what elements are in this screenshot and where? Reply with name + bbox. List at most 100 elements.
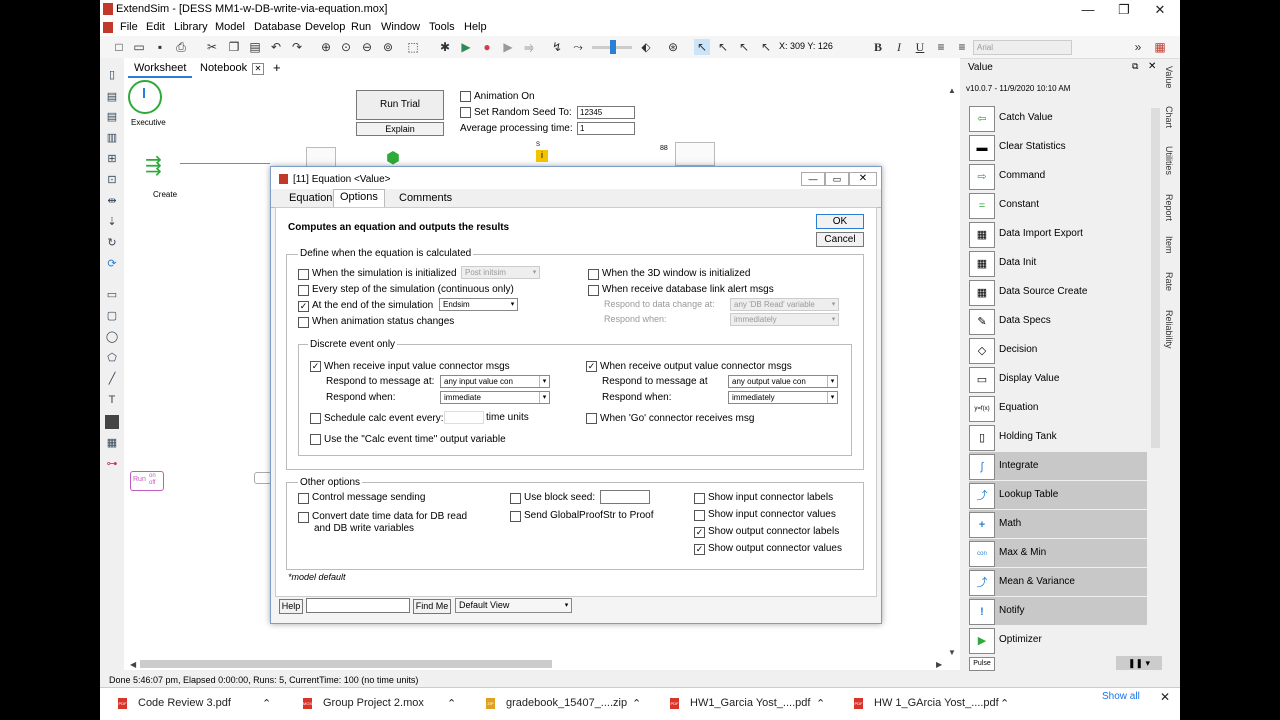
globe-icon[interactable]: ⊛ <box>665 39 681 55</box>
car-icon[interactable]: ⬖ <box>638 39 654 55</box>
download-item[interactable]: MOX Group Project 2.mox ⌃ <box>303 688 463 720</box>
respond-when-out-select[interactable]: immediately ▾ <box>728 391 838 404</box>
cut-icon[interactable]: ✂ <box>204 39 220 55</box>
side-tab-report[interactable]: Report <box>1164 194 1174 221</box>
italic-icon[interactable]: I <box>891 39 907 55</box>
ok-button[interactable]: OK <box>816 214 864 229</box>
library-item-integrate[interactable]: ∫ Integrate <box>969 452 1147 480</box>
run-trial-button[interactable]: Run Trial <box>356 90 444 120</box>
zoom-fit-icon[interactable]: ⊚ <box>380 39 396 55</box>
show-all-link[interactable]: Show all <box>1102 691 1140 702</box>
control-msg-checkbox[interactable] <box>298 493 309 504</box>
side-tab-utilities[interactable]: Utilities <box>1164 146 1174 175</box>
font-select[interactable]: Arial <box>973 40 1072 55</box>
link-tool-icon[interactable]: ↖ <box>758 39 774 55</box>
text-block-icon[interactable]: ▤ <box>105 110 119 124</box>
menu-develop[interactable]: Develop <box>305 21 345 33</box>
minimize-button[interactable]: — <box>1074 1 1102 18</box>
stop-icon[interactable]: ● <box>479 39 495 55</box>
menu-database[interactable]: Database <box>254 21 301 33</box>
library-item-equation[interactable]: y=f(x) Equation <box>969 394 1147 422</box>
sort-icon[interactable]: ⇣ <box>105 215 119 229</box>
show-output-values-checkbox[interactable]: ✓ <box>694 544 705 555</box>
library-scrollbar[interactable] <box>1151 108 1160 448</box>
network-icon[interactable]: ⊞ <box>105 152 119 166</box>
library-item-math[interactable]: + Math <box>969 510 1147 538</box>
bold-icon[interactable]: B <box>870 39 886 55</box>
underline-icon[interactable]: U <box>912 39 928 55</box>
chevron-up-icon[interactable]: ⌃ <box>816 697 825 710</box>
menu-edit[interactable]: Edit <box>146 21 165 33</box>
chevron-up-icon[interactable]: ⌃ <box>632 697 641 710</box>
close-tab-icon[interactable]: ✕ <box>252 63 264 75</box>
zoom-icon[interactable]: ⊙ <box>338 39 354 55</box>
output-con-select[interactable]: any output value con ▾ <box>728 375 838 388</box>
find-me-button[interactable]: Find Me <box>413 599 451 614</box>
db-read-select[interactable]: any 'DB Read' variable ▾ <box>730 298 839 311</box>
block-seed-checkbox[interactable] <box>510 493 521 504</box>
schedule-calc-input[interactable] <box>444 411 484 424</box>
schedule-calc-checkbox[interactable] <box>310 413 321 424</box>
block-seed-input[interactable] <box>600 490 650 504</box>
show-input-values-checkbox[interactable] <box>694 510 705 521</box>
rotate-icon[interactable]: ↻ <box>105 236 119 250</box>
panel-close-icon[interactable]: ✕ <box>1148 61 1156 72</box>
hblock-tool-icon[interactable]: ▤ <box>105 90 119 104</box>
library-item-max-min[interactable]: con Max & Min <box>969 539 1147 567</box>
menu-tools[interactable]: Tools <box>429 21 455 33</box>
anim-status-checkbox[interactable] <box>298 317 309 328</box>
close-button[interactable]: ✕ <box>1146 1 1174 18</box>
random-seed-checkbox[interactable] <box>460 107 471 118</box>
align-right-icon[interactable]: ≡ <box>954 39 970 55</box>
pattern-icon[interactable]: ▦ <box>105 436 119 450</box>
tab-worksheet[interactable]: Worksheet <box>128 60 193 78</box>
create-block-icon[interactable]: ⇶ <box>145 153 162 178</box>
endsim-select[interactable]: Endsim ▾ <box>439 298 518 311</box>
chevron-up-icon[interactable]: ⌃ <box>1000 697 1009 710</box>
library-item-clear-statistics[interactable]: ▬ Clear Statistics <box>969 133 1147 161</box>
library-item-data-import-export[interactable]: ▦ Data Import Export <box>969 220 1147 248</box>
post-initsim-select[interactable]: Post initsim ▾ <box>461 266 540 279</box>
library-item-notify[interactable]: ! Notify <box>969 597 1147 625</box>
side-tab-item[interactable]: Item <box>1164 236 1174 254</box>
library-item-mean-variance[interactable]: ⤴ Mean & Variance <box>969 568 1147 596</box>
menu-library[interactable]: Library <box>174 21 208 33</box>
scroll-right-icon[interactable]: ▶ <box>936 660 942 669</box>
every-step-checkbox[interactable] <box>298 285 309 296</box>
animate-icon[interactable]: ↯ <box>549 39 565 55</box>
panel-controls-icon[interactable]: ❚❚ ▾ <box>1116 656 1162 670</box>
tab-notebook[interactable]: Notebook <box>194 60 253 76</box>
step-icon[interactable]: ▶ <box>500 39 516 55</box>
info-icon[interactable]: ▥ <box>105 131 119 145</box>
library-item-display-value[interactable]: ▭ Display Value <box>969 365 1147 393</box>
polygon-icon[interactable]: ⬠ <box>105 351 119 365</box>
panel-pin-icon[interactable]: ⧉ <box>1132 61 1138 72</box>
when-initialized-checkbox[interactable] <box>298 269 309 280</box>
align-icon[interactable]: ≡ <box>933 39 949 55</box>
convert-date-checkbox[interactable] <box>298 512 309 523</box>
library-item-holding-tank[interactable]: ▯ Holding Tank <box>969 423 1147 451</box>
show-output-labels-checkbox[interactable]: ✓ <box>694 527 705 538</box>
dialog-maximize-button[interactable]: ▭ <box>825 172 849 186</box>
resume-icon[interactable]: ⥤ <box>521 39 537 55</box>
menu-window[interactable]: Window <box>381 21 420 33</box>
download-item[interactable]: PDF HW 1_GArcia Yost_....pdf ⌃ <box>854 688 1014 720</box>
text-icon[interactable]: T <box>105 393 119 407</box>
tab-equation[interactable]: Equation <box>283 191 338 205</box>
library-item-data-init[interactable]: ▦ Data Init <box>969 249 1147 277</box>
library-item-command[interactable]: ⇨ Command <box>969 162 1147 190</box>
save-icon[interactable]: ▪ <box>152 39 168 55</box>
close-downloads-icon[interactable]: ✕ <box>1160 690 1170 704</box>
connector-icon[interactable]: ⊶ <box>105 457 119 471</box>
zoom-out-icon[interactable]: ⊖ <box>359 39 375 55</box>
menu-file[interactable]: File <box>120 21 138 33</box>
chevron-up-icon[interactable]: ⌃ <box>447 697 456 710</box>
oval-icon[interactable]: ◯ <box>105 330 119 344</box>
when-3d-checkbox[interactable] <box>588 269 599 280</box>
activity-block-icon[interactable]: ⬢ <box>386 148 400 168</box>
horizontal-scrollbar-thumb[interactable] <box>140 660 552 668</box>
library-item-data-source-create[interactable]: ▦ Data Source Create <box>969 278 1147 306</box>
new-icon[interactable]: □ <box>111 39 127 55</box>
menu-run[interactable]: Run <box>351 21 371 33</box>
use-calc-time-checkbox[interactable] <box>310 434 321 445</box>
